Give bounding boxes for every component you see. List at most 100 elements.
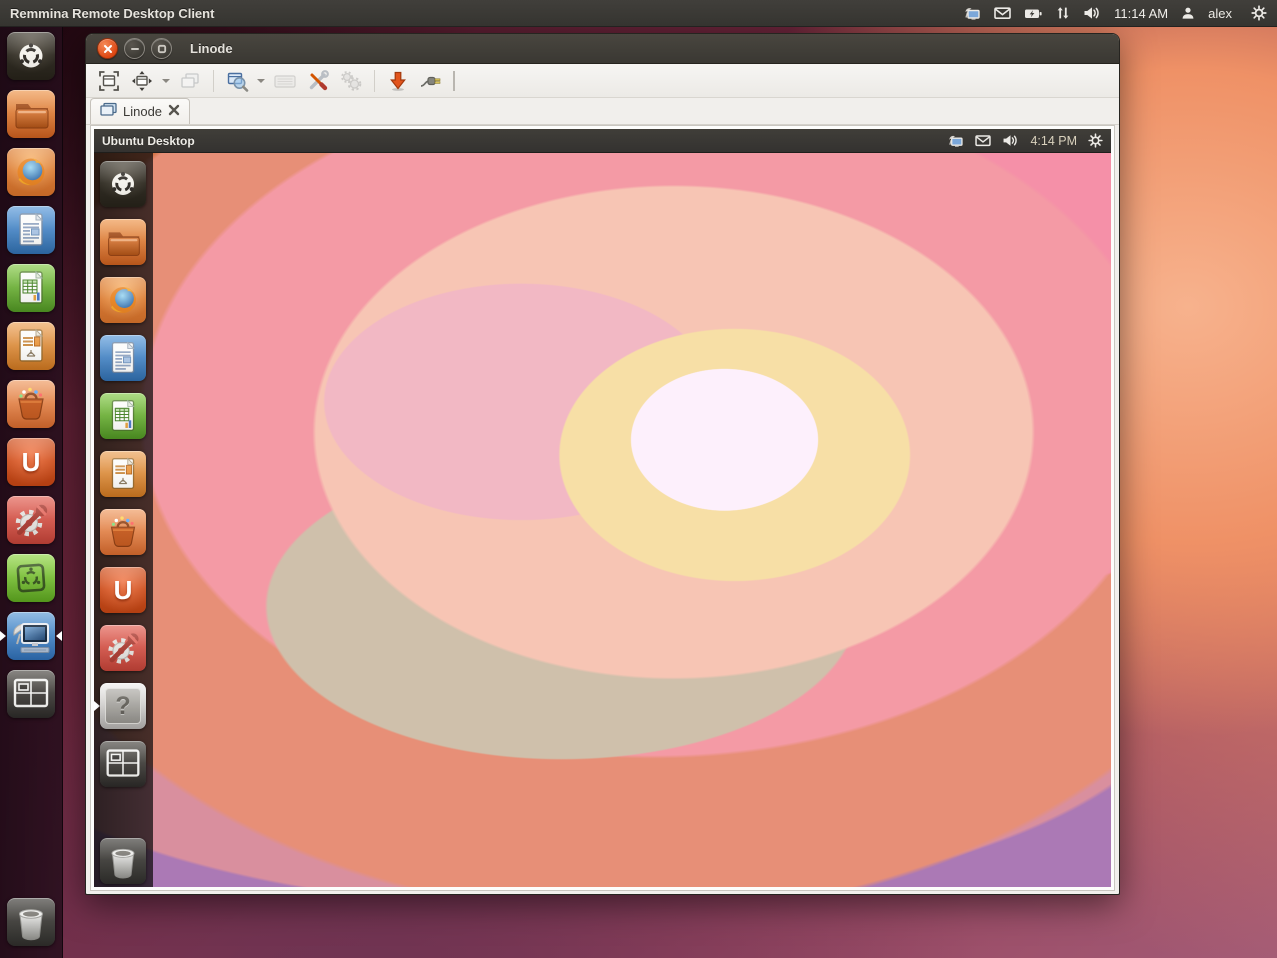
running-indicator-arrow: [0, 631, 6, 641]
tab-bar: Linode: [86, 98, 1119, 125]
libreoffice-calc-icon: [7, 264, 55, 312]
launcher-item-ubuntu-software[interactable]: [7, 554, 55, 602]
remote-volume-indicator-icon[interactable]: [1002, 134, 1019, 147]
session-gear-icon[interactable]: [1251, 5, 1267, 21]
network-arrows-icon[interactable]: [1056, 6, 1070, 20]
system-settings-icon: [7, 496, 55, 544]
ubuntu-one-icon: U: [7, 438, 55, 486]
libreoffice-calc-icon: [100, 393, 146, 439]
tab-label: Linode: [123, 104, 162, 119]
libreoffice-impress-icon: [7, 322, 55, 370]
ubuntu-one-icon: U: [100, 567, 146, 613]
remote-launcher-item-workspace-switcher[interactable]: [100, 741, 146, 787]
remmina-indicator-icon[interactable]: [961, 6, 981, 21]
remote-launcher-item-system-settings[interactable]: [100, 625, 146, 671]
disconnect-button[interactable]: [416, 67, 446, 94]
libreoffice-writer-icon: [100, 335, 146, 381]
focused-indicator-arrow: [56, 631, 62, 641]
remote-launcher-item-ubuntu-software-center[interactable]: [100, 509, 146, 555]
remote-launcher-item-libreoffice-calc[interactable]: [100, 393, 146, 439]
launcher-item-ubuntu-software-center[interactable]: [7, 380, 55, 428]
battery-indicator-icon[interactable]: [1024, 7, 1043, 20]
remote-indicator-tray: 4:14 PM: [945, 133, 1111, 148]
scaled-mode-button[interactable]: [222, 67, 252, 94]
remote-launcher-item-libreoffice-impress[interactable]: [100, 451, 146, 497]
ubuntu-software-center-icon: [100, 509, 146, 555]
launcher-item-firefox[interactable]: [7, 148, 55, 196]
trash-icon: [100, 838, 146, 884]
tab-close-icon[interactable]: [168, 103, 180, 121]
user-icon[interactable]: [1181, 6, 1195, 20]
launcher-item-home-folder[interactable]: [7, 90, 55, 138]
home-folder-icon: [7, 90, 55, 138]
remote-launcher-item-home-folder[interactable]: [100, 219, 146, 265]
firefox-icon: [7, 148, 55, 196]
workspace-switcher-icon: [7, 670, 55, 718]
preferences-button: [336, 67, 366, 94]
volume-indicator-icon[interactable]: [1083, 6, 1101, 20]
question-mark-glyph: ?: [115, 692, 130, 721]
window-minimize-button[interactable]: [124, 38, 145, 59]
dash-home-icon: [7, 32, 55, 80]
ubuntu-one-letter: U: [114, 575, 133, 606]
libreoffice-writer-icon: [7, 206, 55, 254]
trash-icon: [7, 898, 55, 946]
minimize-window-button[interactable]: [383, 67, 413, 94]
launcher-item-ubuntu-one[interactable]: U: [7, 438, 55, 486]
launcher-item-libreoffice-calc[interactable]: [7, 264, 55, 312]
remote-clock[interactable]: 4:14 PM: [1030, 134, 1077, 148]
host-top-panel: Remmina Remote Desktop Client 11:14 AM a…: [0, 0, 1277, 27]
active-app-title: Remmina Remote Desktop Client: [10, 6, 214, 21]
home-folder-icon: [100, 219, 146, 265]
launcher-item-dash-home[interactable]: [7, 32, 55, 80]
remmina-toolbar: [86, 64, 1119, 98]
system-settings-icon: [100, 625, 146, 671]
remote-wallpaper: [94, 129, 1111, 887]
fit-window-dropdown[interactable]: [160, 67, 172, 94]
window-maximize-button[interactable]: [151, 38, 172, 59]
launcher-item-system-settings[interactable]: [7, 496, 55, 544]
remote-panel-title: Ubuntu Desktop: [102, 134, 195, 148]
tab-linode[interactable]: Linode: [90, 98, 190, 124]
username-label[interactable]: alex: [1208, 6, 1232, 21]
fullscreen-button[interactable]: [94, 67, 124, 94]
remote-display-frame: Ubuntu Desktop 4:14 PM: [90, 125, 1115, 891]
launcher-item-workspace-switcher[interactable]: [7, 670, 55, 718]
host-desktop: Remmina Remote Desktop Client 11:14 AM a…: [0, 0, 1277, 958]
remote-launcher-item-dash-home[interactable]: [100, 161, 146, 207]
unknown-app-icon: ?: [100, 683, 146, 729]
remote-top-panel: Ubuntu Desktop 4:14 PM: [94, 129, 1111, 153]
remote-launcher-item-firefox[interactable]: [100, 277, 146, 323]
remote-desktop[interactable]: Ubuntu Desktop 4:14 PM: [94, 129, 1111, 887]
launcher-item-remmina[interactable]: [7, 612, 55, 660]
host-unity-launcher: U: [0, 26, 63, 958]
window-titlebar[interactable]: Linode: [86, 34, 1119, 64]
host-clock[interactable]: 11:14 AM: [1114, 6, 1168, 21]
toolbar-separator: [213, 70, 214, 92]
remote-unity-launcher: U ?: [94, 152, 153, 887]
toolbar-separator: [374, 70, 375, 92]
remote-remmina-indicator-icon[interactable]: [945, 134, 964, 148]
remote-launcher-item-unknown-app[interactable]: ?: [100, 683, 146, 729]
tab-monitor-icon: [100, 102, 117, 121]
mail-indicator-icon[interactable]: [994, 6, 1011, 20]
launcher-item-libreoffice-writer[interactable]: [7, 206, 55, 254]
launcher-item-libreoffice-impress[interactable]: [7, 322, 55, 370]
remote-launcher-item-trash[interactable]: [100, 838, 146, 884]
tools-button[interactable]: [303, 67, 333, 94]
ubuntu-one-letter: U: [22, 447, 41, 478]
remote-session-gear-icon[interactable]: [1088, 133, 1103, 148]
libreoffice-impress-icon: [100, 451, 146, 497]
fit-window-button[interactable]: [127, 67, 157, 94]
remote-launcher-item-ubuntu-one[interactable]: U: [100, 567, 146, 613]
remote-mail-indicator-icon[interactable]: [975, 134, 991, 147]
remote-launcher-item-libreoffice-writer[interactable]: [100, 335, 146, 381]
dash-home-icon: [100, 161, 146, 207]
launcher-item-trash[interactable]: [7, 898, 55, 946]
window-close-button[interactable]: [97, 38, 118, 59]
remmina-icon: [7, 612, 55, 660]
ubuntu-software-center-icon: [7, 380, 55, 428]
scaled-mode-dropdown[interactable]: [255, 67, 267, 94]
ubuntu-software-icon: [7, 554, 55, 602]
toolbar-grip: [453, 71, 455, 91]
